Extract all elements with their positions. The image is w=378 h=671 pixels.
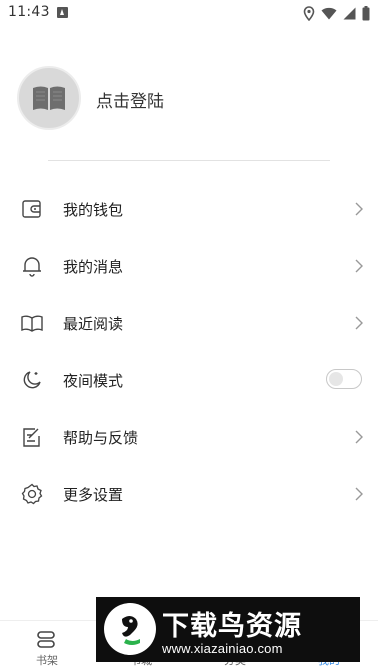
- tab-label: 书架: [36, 654, 58, 667]
- menu-item-wallet[interactable]: 我的钱包: [0, 181, 378, 238]
- menu-label: 夜间模式: [63, 372, 124, 390]
- menu-list: 我的钱包 我的消息 最近阅读 夜间模式 帮助与反馈 更多设置: [0, 181, 378, 523]
- menu-label: 我的消息: [63, 258, 124, 276]
- bookshelf-icon: [37, 631, 55, 648]
- chevron-right-icon: [355, 316, 363, 330]
- feedback-icon: [23, 428, 40, 447]
- status-time: 11:43: [8, 4, 50, 20]
- wallet-icon: [22, 200, 41, 218]
- profile-header[interactable]: 点击登陆: [17, 66, 347, 132]
- chevron-right-icon: [355, 430, 363, 444]
- watermark-banner: 下载鸟资源 www.xiazainiao.com: [96, 597, 360, 662]
- menu-item-messages[interactable]: 我的消息: [0, 238, 378, 295]
- bird-logo-icon: [104, 603, 156, 655]
- battery-icon: [362, 5, 370, 20]
- watermark-title: 下载鸟资源: [162, 611, 302, 642]
- bell-icon: [23, 257, 41, 277]
- menu-label: 帮助与反馈: [63, 429, 139, 447]
- chevron-right-icon: [355, 202, 363, 216]
- menu-item-help-feedback[interactable]: 帮助与反馈: [0, 409, 378, 466]
- menu-item-night-mode: 夜间模式: [0, 352, 378, 409]
- bird-icon: [122, 616, 140, 645]
- menu-label: 最近阅读: [63, 315, 124, 333]
- toggle-knob: [329, 372, 343, 386]
- menu-label: 我的钱包: [63, 201, 124, 219]
- wifi-icon: [321, 7, 337, 19]
- avatar[interactable]: [17, 66, 81, 130]
- chevron-right-icon: [355, 487, 363, 501]
- status-icons: [303, 5, 370, 21]
- status-bar: 11:43: [0, 0, 378, 26]
- login-label[interactable]: 点击登陆: [96, 87, 164, 112]
- gear-icon: [21, 483, 43, 505]
- open-book-icon: [21, 315, 43, 332]
- notification-icon: [57, 7, 68, 18]
- menu-item-more-settings[interactable]: 更多设置: [0, 466, 378, 523]
- divider: [48, 160, 330, 161]
- menu-item-recent-reading[interactable]: 最近阅读: [0, 295, 378, 352]
- book-avatar-icon: [33, 86, 65, 110]
- location-icon: [303, 5, 315, 21]
- signal-icon: [343, 7, 356, 19]
- night-mode-toggle[interactable]: [326, 369, 362, 389]
- menu-label: 更多设置: [63, 486, 124, 504]
- moon-icon: [23, 371, 41, 389]
- chevron-right-icon: [355, 259, 363, 273]
- watermark-url: www.xiazainiao.com: [162, 641, 283, 656]
- tab-bookshelf[interactable]: 书架: [0, 621, 94, 671]
